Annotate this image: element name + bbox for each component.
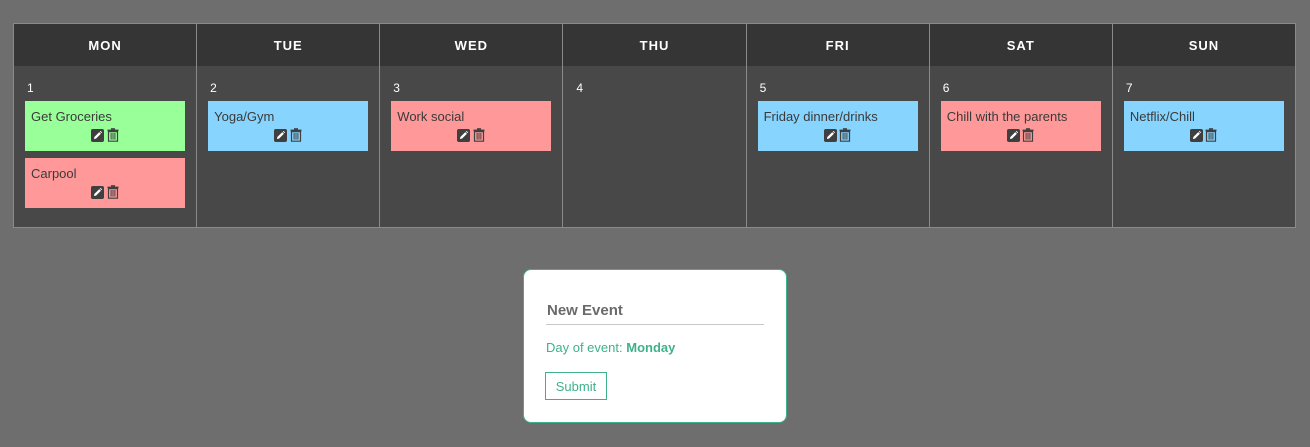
day-header: TUE (197, 24, 380, 66)
day-of-event: Day of event: Monday (546, 340, 675, 355)
day-column-fri: FRI 5 Friday dinner/drinks (746, 24, 930, 227)
event-actions (764, 128, 912, 142)
event-title-input[interactable] (546, 296, 764, 325)
pencil-icon[interactable] (1189, 128, 1203, 142)
day-number: 3 (393, 81, 400, 95)
day-header: FRI (746, 24, 929, 66)
trash-icon[interactable] (289, 128, 303, 142)
event-title: Get Groceries (31, 109, 112, 124)
event-card[interactable]: Get Groceries (25, 101, 186, 151)
day-header: MON (14, 24, 197, 66)
day-column-wed: WED 3 Work social (380, 24, 564, 227)
day-number: 5 (759, 81, 767, 95)
new-event-form: Day of event: Monday Submit (523, 269, 787, 423)
event-title: Work social (397, 109, 465, 124)
event-actions (397, 128, 545, 142)
day-cell[interactable]: 4 (563, 66, 745, 227)
day-header: WED (380, 24, 563, 66)
event-actions (1130, 128, 1278, 142)
event-actions (31, 185, 179, 199)
day-cell[interactable]: 5 Friday dinner/drinks (747, 66, 929, 227)
day-column-sat: SAT 6 Chill with the parents (929, 24, 1113, 227)
day-cell[interactable]: 3 Work social (380, 66, 562, 227)
event-actions (214, 128, 362, 142)
day-header: SAT (929, 24, 1112, 66)
pencil-icon[interactable] (91, 185, 105, 199)
day-number: 1 (27, 81, 34, 95)
day-column-mon: MON 1 Get Groceries Carpool (14, 24, 198, 227)
event-actions (31, 128, 179, 142)
trash-icon[interactable] (472, 128, 486, 142)
event-card[interactable]: Chill with the parents (940, 101, 1101, 151)
day-header: THU (563, 24, 746, 66)
day-number: 4 (576, 81, 584, 95)
day-number: 6 (942, 81, 950, 95)
day-column-thu: THU 4 (563, 24, 747, 227)
event-card[interactable]: Carpool (25, 158, 186, 208)
day-column-sun: SUN 7 Netflix/Chill (1112, 24, 1295, 227)
trash-icon[interactable] (106, 128, 120, 142)
event-title: Netflix/Chill (1129, 109, 1195, 124)
event-title: Chill with the parents (946, 109, 1068, 124)
trash-icon[interactable] (1021, 128, 1035, 142)
pencil-icon[interactable] (457, 128, 471, 142)
event-title: Yoga/Gym (214, 109, 275, 124)
event-card[interactable]: Work social (391, 101, 552, 151)
trash-icon[interactable] (838, 128, 852, 142)
day-cell[interactable]: 7 Netflix/Chill (1113, 66, 1295, 227)
day-number: 7 (1125, 81, 1133, 95)
pencil-icon[interactable] (823, 128, 837, 142)
pencil-icon[interactable] (1006, 128, 1020, 142)
week-calendar: MON 1 Get Groceries Carpool TUE 2 Yoga/Gym WED 3… (13, 23, 1296, 228)
day-number: 2 (210, 81, 217, 95)
day-cell[interactable]: 1 Get Groceries Carpool (14, 66, 196, 227)
day-header: SUN (1112, 24, 1295, 66)
submit-button[interactable]: Submit (545, 372, 607, 400)
event-title: Friday dinner/drinks (763, 109, 878, 124)
event-card[interactable]: Netflix/Chill (1123, 101, 1284, 151)
pencil-icon[interactable] (274, 128, 288, 142)
day-cell[interactable]: 2 Yoga/Gym (197, 66, 379, 227)
day-of-event-value: Monday (626, 340, 676, 355)
event-card[interactable]: Friday dinner/drinks (757, 101, 918, 151)
day-of-event-label: Day of event: (546, 340, 623, 355)
day-cell[interactable]: 6 Chill with the parents (930, 66, 1112, 227)
event-title: Carpool (31, 166, 77, 181)
trash-icon[interactable] (106, 185, 120, 199)
trash-icon[interactable] (1204, 128, 1218, 142)
event-actions (947, 128, 1095, 142)
event-card[interactable]: Yoga/Gym (208, 101, 369, 151)
pencil-icon[interactable] (91, 128, 105, 142)
day-column-tue: TUE 2 Yoga/Gym (197, 24, 381, 227)
